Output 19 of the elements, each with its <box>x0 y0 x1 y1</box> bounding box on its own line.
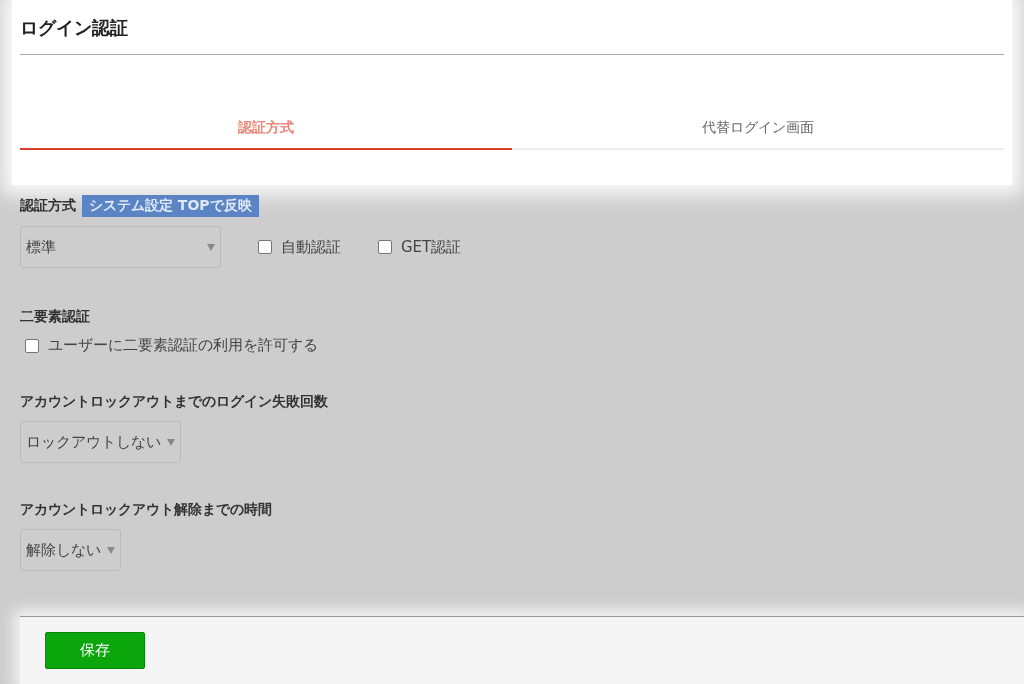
page-title: ログイン認証 <box>20 16 1004 55</box>
field-label: アカウントロックアウト解除までの時間 <box>20 501 273 519</box>
caret-icon <box>167 438 175 446</box>
field-label: 二要素認証 <box>20 308 91 326</box>
caret-icon <box>107 546 115 554</box>
checkbox-option[interactable]: GET認証 <box>378 237 462 257</box>
checkbox[interactable] <box>258 240 272 254</box>
checkbox[interactable] <box>378 240 392 254</box>
dropdown-select[interactable]: 標準 <box>20 226 221 268</box>
field-label: アカウントロックアウトまでのログイン失敗回数 <box>20 393 329 411</box>
dropdown-select[interactable]: ロックアウトしない <box>20 421 181 463</box>
dropdown-select[interactable]: 解除しない <box>20 529 121 571</box>
info-badge: システム設定 TOPで反映 <box>82 195 259 217</box>
checkbox[interactable] <box>25 338 39 353</box>
checkbox-option[interactable]: 自動認証 <box>258 237 341 257</box>
tab[interactable]: 代替ログイン画面 <box>512 111 1004 150</box>
checkbox-option[interactable]: ユーザーに二要素認証の利用を許可する <box>25 336 1004 355</box>
caret-icon <box>207 243 215 251</box>
field-label: 認証方式 <box>20 197 76 215</box>
